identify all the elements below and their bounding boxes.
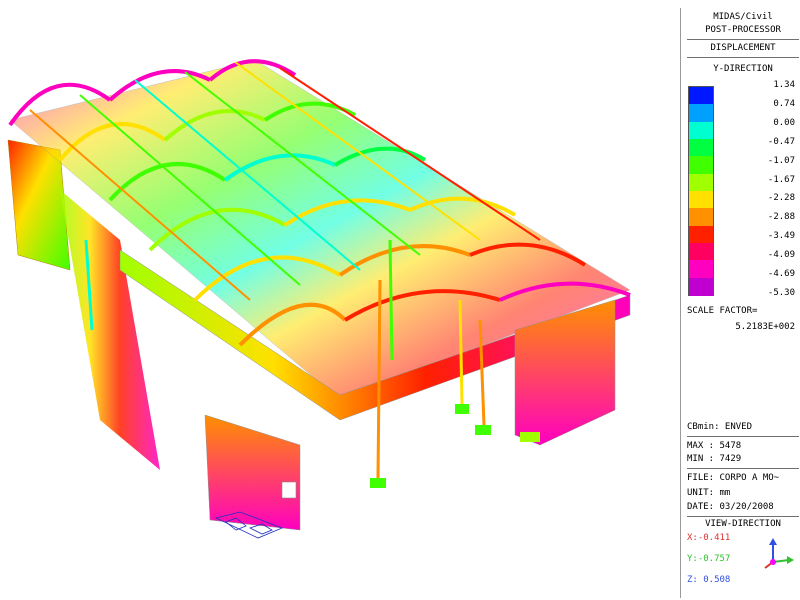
foot-4 [520, 432, 540, 442]
view-direction-title: VIEW-DIRECTION [705, 519, 781, 529]
structure-model [7, 59, 631, 539]
view-y: Y:-0.757 [687, 554, 731, 564]
legend-value: -4.69 [767, 269, 795, 280]
legend-swatch [689, 225, 713, 244]
result-type: DISPLACEMENT [710, 43, 776, 53]
foot-3 [475, 425, 491, 435]
file-name: FILE: CORPO A MO~ [687, 473, 780, 483]
legend-value: -0.47 [767, 136, 795, 147]
legend-value: -3.49 [767, 231, 795, 242]
legend-swatch [689, 208, 713, 227]
model-viewport[interactable] [0, 0, 680, 600]
foot-2 [455, 404, 469, 414]
legend-swatch [689, 156, 713, 175]
legend-swatch [689, 87, 713, 105]
legend-value: 0.00 [773, 117, 795, 128]
app-name: MIDAS/Civil [713, 12, 773, 22]
legend-swatch [689, 104, 713, 123]
legend-value: -2.88 [767, 212, 795, 223]
min-value: MIN : 7429 [687, 454, 742, 464]
scale-factor-label: SCALE FACTOR= [687, 306, 758, 316]
legend-swatch [689, 277, 713, 296]
foot-1 [370, 478, 386, 488]
legend-value: -5.30 [767, 288, 795, 298]
cb-label: CBmin: ENVED [687, 422, 753, 432]
legend-value: 1.34 [773, 80, 795, 90]
date-label: DATE: 03/20/2008 [687, 502, 774, 512]
legend-value: -2.28 [767, 193, 795, 204]
view-z: Z: 0.508 [687, 575, 731, 585]
legend-swatch [689, 139, 713, 157]
result-direction: Y-DIRECTION [713, 64, 773, 74]
legend-swatch [689, 243, 713, 261]
legend-value: -4.09 [767, 250, 795, 261]
result-panel: MIDAS/Civil POST-PROCESSOR DISPLACEMENT … [680, 8, 799, 598]
max-value: MAX : 5478 [687, 441, 742, 451]
view-axis-triad-icon [764, 538, 794, 569]
legend-swatch [689, 260, 713, 279]
legend-swatch [689, 121, 713, 140]
view-x: X:-0.411 [687, 533, 731, 543]
unit-label: UNIT: mm [687, 488, 731, 498]
front-column [204, 414, 301, 531]
legend-swatch [689, 173, 713, 192]
legend-swatch [689, 191, 713, 209]
legend-value: 0.74 [773, 98, 795, 109]
column-opening [281, 481, 297, 499]
color-legend-bar [688, 86, 714, 296]
scale-factor-value: 5.2183E+002 [735, 322, 795, 332]
processor-name: POST-PROCESSOR [705, 25, 781, 35]
legend-value: -1.67 [767, 174, 795, 185]
legend-value: -1.07 [767, 155, 795, 166]
